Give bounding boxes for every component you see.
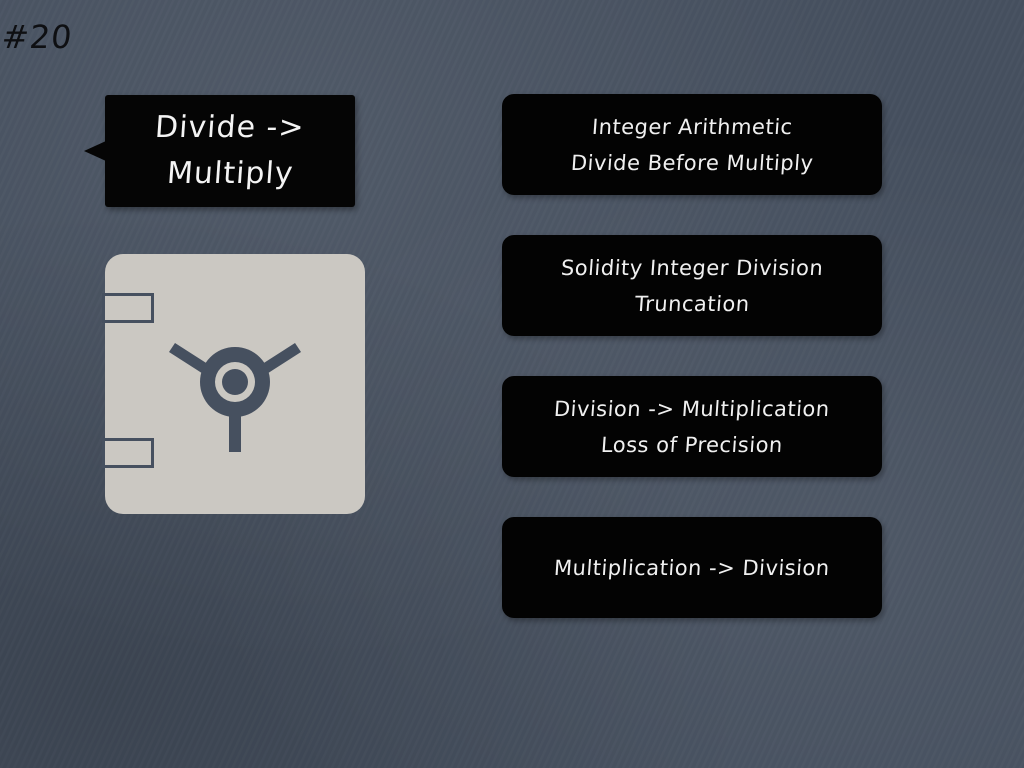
card-3-line-2: Loss of Precision [600,432,784,457]
card-3-line-1: Division -> Multiplication [553,396,831,421]
topic-card-multiplication-division: Multiplication -> Division [502,517,882,618]
topic-card-division-multiplication: Division -> Multiplication Loss of Preci… [502,376,882,477]
dial-center [222,369,248,395]
topic-card-integer-arithmetic: Integer Arithmetic Divide Before Multipl… [502,94,882,195]
slide-number: #20 [0,18,75,56]
callout-line-2: Multiply [165,156,295,191]
card-4-line-1: Multiplication -> Division [553,555,831,580]
handle-spoke-bottom [229,412,241,452]
safe-hinge-top-inner [105,296,151,320]
callout-line-1: Divide -> [154,110,307,145]
safe-hinge-bottom-inner [105,441,151,465]
title-callout: Divide -> Multiply [84,95,355,207]
card-1-line-2: Divide Before Multiply [569,150,815,175]
card-1-line-1: Integer Arithmetic [590,114,794,139]
topic-card-solidity-division: Solidity Integer Division Truncation [502,235,882,336]
safe-vault-icon [102,254,365,514]
card-2-line-1: Solidity Integer Division [560,255,824,280]
card-2-line-2: Truncation [633,291,751,316]
